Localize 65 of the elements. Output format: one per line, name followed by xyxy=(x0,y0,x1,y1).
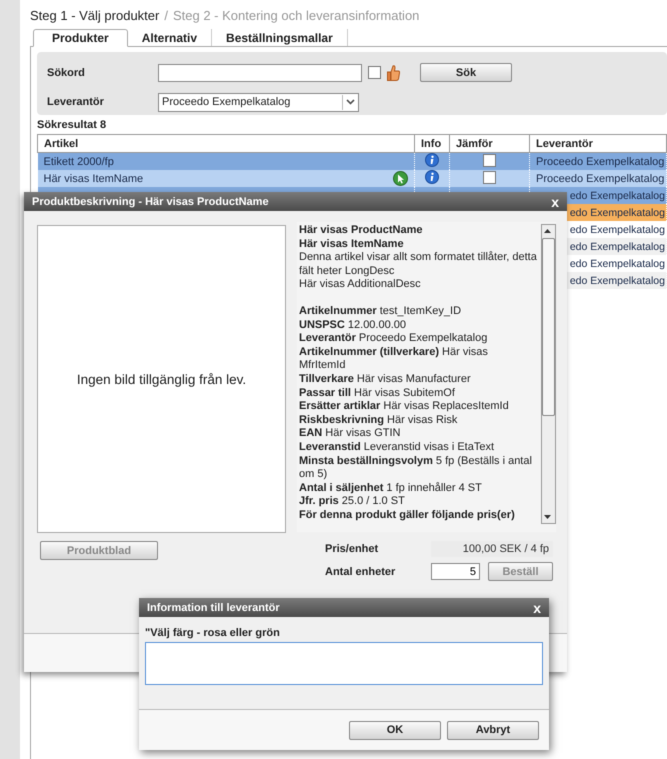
property-text: Passar till Här visas SubitemOf xyxy=(299,386,456,400)
table-row[interactable]: Här visas ItemName Proceedo Exempelkatalog xyxy=(38,170,666,187)
breadcrumb-separator: / xyxy=(164,8,168,24)
description-heading: Här visas ItemName xyxy=(299,238,405,252)
description-heading: Här visas ProductName xyxy=(299,224,424,238)
quantity-field[interactable]: 5 xyxy=(431,563,480,580)
property-text: Minsta beställningsvolym 5 fp (Beställs i antal om 5) xyxy=(299,454,533,482)
description-text: Här visas AdditionalDesc xyxy=(299,278,422,292)
price-value: 100,00 SEK / 4 fp xyxy=(431,541,553,557)
tab[interactable]: Produkter xyxy=(33,29,128,47)
tab[interactable]: Alternativ xyxy=(128,29,212,46)
price-label: Pris/enhet xyxy=(325,543,380,555)
property-text: EAN Här visas GTIN xyxy=(299,427,402,441)
compare-checkbox[interactable] xyxy=(483,170,496,184)
quantity-label: Antal enheter xyxy=(325,566,396,578)
property-text: Leveranstid Leveranstid visas i EtaText xyxy=(299,440,496,454)
property-text: Riskbeskrivning Här visas Risk xyxy=(299,414,458,428)
supplier-cell: edo Exempelkatalog xyxy=(570,258,665,270)
dialog-title: Produktbeskrivning - Här visas ProductName xyxy=(32,196,269,208)
supplier-cell: edo Exempelkatalog xyxy=(570,206,665,218)
thumbs-up-icon xyxy=(387,64,400,81)
property-text: Leverantör Proceedo Exempelkatalog xyxy=(299,332,488,346)
table-row[interactable]: Etikett 2000/fp Proceedo Exempelkatalog xyxy=(38,152,666,170)
compare-checkbox[interactable] xyxy=(483,154,496,166)
property-text: Antal i säljenhet 1 fp innehåller 4 ST xyxy=(299,482,483,496)
supplier-cell: edo Exempelkatalog xyxy=(570,224,665,236)
search-field[interactable] xyxy=(158,64,362,82)
article-name: Etikett 2000/fp xyxy=(44,156,114,168)
property-text: Artikelnummer test_ItemKey_ID xyxy=(299,304,462,319)
prompt-label: "Välj färg - rosa eller grön xyxy=(145,627,281,639)
supplier-cell: edo Exempelkatalog xyxy=(570,240,665,252)
info-icon[interactable] xyxy=(425,170,439,184)
message-field[interactable] xyxy=(145,642,543,685)
info-icon[interactable] xyxy=(425,153,439,167)
chevron-down-icon xyxy=(346,99,355,106)
column-header: Info xyxy=(414,134,450,152)
property-text: För denna produkt gäller följande pris(er) xyxy=(299,508,516,522)
breadcrumb-step: Steg 1 - Välj produkter xyxy=(30,8,160,24)
field-label: Leverantör xyxy=(47,96,105,108)
description-text: Denna artikel visar allt som formatet tillåter, detta fält heter LongDesc xyxy=(299,251,537,278)
supplier-cell: edo Exempelkatalog xyxy=(570,190,665,202)
property-text: Tillverkare Här visas Manufacturer xyxy=(299,372,472,387)
checkbox[interactable] xyxy=(368,66,381,80)
property-text: UNSPSC 12.00.00.00 xyxy=(299,318,408,332)
breadcrumb-step: Steg 2 - Kontering och leveransinformation xyxy=(172,8,420,24)
field-label: Sökord xyxy=(47,66,86,79)
no-image-text: Ingen bild tillgänglig från lev. xyxy=(76,372,246,386)
column-header: Leverantör xyxy=(530,134,666,152)
property-text: Artikelnummer (tillverkare) Här visas MfrItemId xyxy=(299,346,489,373)
ok-button[interactable]: OK xyxy=(349,720,441,740)
property-text: Ersätter artiklar Här visas ReplacesItemId xyxy=(299,400,510,414)
supplier-dropdown[interactable]: Proceedo Exempelkatalog xyxy=(158,92,359,112)
column-header: Artikel xyxy=(38,134,414,152)
article-name: Här visas ItemName xyxy=(44,172,144,184)
close-button[interactable]: x xyxy=(551,194,559,210)
search-button[interactable]: Sök xyxy=(420,63,512,82)
dialog-title: Information till leverantör xyxy=(147,602,280,614)
close-button[interactable]: x xyxy=(533,600,541,616)
results-count: Sökresultat 8 xyxy=(37,118,108,133)
column-header: Jämför xyxy=(450,134,530,152)
cancel-button[interactable]: Avbryt xyxy=(447,720,539,740)
tab[interactable]: Beställningsmallar xyxy=(212,29,348,46)
property-text: Jfr. pris 25.0 / 1.0 ST xyxy=(299,495,406,509)
supplier-cell: edo Exempelkatalog xyxy=(570,274,665,286)
scrollbar[interactable] xyxy=(541,224,556,524)
